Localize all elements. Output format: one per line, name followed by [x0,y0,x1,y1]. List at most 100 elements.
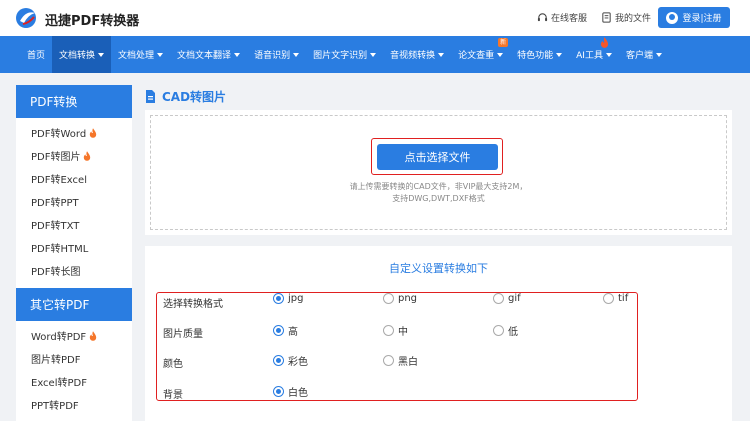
customer-service-link[interactable]: 在线客服 [537,11,587,24]
option-label: 颜色 [163,359,183,370]
upload-hint-line2: 支持DWG,DWT,DXF格式 [392,194,485,203]
radio-bg-white[interactable]: 白色 [273,384,308,399]
sidebar-item-image-to-pdf[interactable]: 图片转PDF [16,347,132,370]
radio-dot [273,325,284,336]
radio-label: jpg [288,293,304,304]
chevron-down-icon [497,52,504,57]
radio-dot [273,355,284,366]
sidebar-item-label: PDF转Word [31,129,87,140]
my-files-label: 我的文件 [615,14,652,24]
sidebar-item-pdf-to-image[interactable]: PDF转图片 [16,144,132,167]
radio-color[interactable]: 彩色 [273,353,308,368]
nav-home-label: 首页 [27,51,46,61]
logo-icon[interactable] [15,7,39,29]
radio-jpg[interactable]: jpg [273,293,303,304]
sidebar-item-pdf-to-ppt[interactable]: PDF转PPT [16,190,132,213]
customer-service-label: 在线客服 [551,14,588,24]
nav-ai-tools[interactable]: AI工具 [569,36,619,73]
radio-dot [603,293,614,304]
radio-png[interactable]: png [383,293,417,304]
chevron-down-icon [293,52,300,57]
sidebar-item-label: PDF转TXT [31,221,80,232]
brand-name[interactable]: 迅捷PDF转换器 [45,10,139,29]
nav-ocr[interactable]: 图片文字识别 [306,36,383,73]
document-icon [146,90,155,103]
page-title-text: CAD转图片 [162,90,227,104]
sidebar-item-label: PDF转HTML [31,244,89,255]
radio-label: tif [618,293,629,304]
select-file-button[interactable]: 点击选择文件 [377,144,498,170]
nav-doc-process-label: 文档处理 [118,51,155,61]
radio-label: 白色 [288,388,308,399]
main-nav: 首页 文档转换 文档处理 文档文本翻译 语音识别 图片文字识别 音视频转换 论文… [0,36,750,73]
nav-speech-label: 语音识别 [254,51,291,61]
chevron-down-icon [556,52,563,57]
radio-quality-medium[interactable]: 中 [383,323,408,338]
headset-icon [537,13,548,22]
sidebar-item-label: PPT转PDF [31,401,79,412]
radio-tif[interactable]: tif [603,293,628,304]
nav-plagiarism[interactable]: 论文查重新 [451,36,510,73]
nav-doc-convert[interactable]: 文档转换 [52,36,112,73]
radio-label: 黑白 [398,357,418,368]
nav-translate[interactable]: 文档文本翻译 [170,36,247,73]
sidebar-item-pdf-to-long-image[interactable]: PDF转长图 [16,259,132,282]
sidebar-item-label: PDF转PPT [31,198,79,209]
nav-ocr-label: 图片文字识别 [313,51,368,61]
radio-label: 中 [398,327,408,338]
login-register-button[interactable]: 登录|注册 [658,7,730,28]
file-icon [602,12,611,23]
radio-quality-high[interactable]: 高 [273,323,298,338]
nav-features-label: 特色功能 [517,51,554,61]
upload-hint-line1: 请上传需要转换的CAD文件，非VIP最大支持2M， [349,182,528,191]
radio-label: 高 [288,327,298,338]
nav-plagiarism-label: 论文查重 [458,51,495,61]
radio-gif[interactable]: gif [493,293,521,304]
sidebar-item-label: PDF转Excel [31,175,87,186]
nav-features[interactable]: 特色功能 [510,36,569,73]
option-row-color: 颜色 彩色 黑白 [145,352,732,370]
nav-av-convert-label: 音视频转换 [390,51,436,61]
new-badge: 新 [498,38,509,47]
radio-grayscale[interactable]: 黑白 [383,353,418,368]
sidebar-group-pdf-convert: PDF转换 [16,85,132,118]
sidebar-item-pdf-to-word[interactable]: PDF转Word [16,121,132,144]
sidebar-item-pdf-to-html[interactable]: PDF转HTML [16,236,132,259]
sidebar-item-label: PDF转长图 [31,267,81,278]
radio-dot [273,293,284,304]
nav-ai-tools-label: AI工具 [576,51,603,61]
page-title: CAD转图片 [145,88,226,105]
sidebar-item-ppt-to-pdf[interactable]: PPT转PDF [16,393,132,416]
option-label: 图片质量 [163,329,203,340]
nav-av-convert[interactable]: 音视频转换 [383,36,451,73]
sidebar: PDF转换 PDF转Word PDF转图片 PDF转Excel PDF转PPT … [16,85,132,421]
fire-icon [84,150,91,161]
nav-client-label: 客户端 [625,51,653,61]
radio-label: 彩色 [288,357,308,368]
nav-doc-process[interactable]: 文档处理 [111,36,170,73]
nav-speech[interactable]: 语音识别 [247,36,306,73]
my-files-link[interactable]: 我的文件 [601,11,651,24]
radio-dot [383,355,394,366]
top-header: 迅捷PDF转换器 在线客服 我的文件 登录|注册 [0,0,750,36]
radio-dot [383,293,394,304]
nav-client[interactable]: 客户端 [619,36,669,73]
upload-area[interactable]: 点击选择文件 请上传需要转换的CAD文件，非VIP最大支持2M， 支持DWG,D… [145,110,732,235]
radio-dot [273,386,284,397]
radio-label: 低 [508,327,518,338]
radio-quality-low[interactable]: 低 [493,323,518,338]
nav-home[interactable]: 首页 [20,36,52,73]
user-icon [666,11,679,24]
nav-doc-convert-label: 文档转换 [59,51,96,61]
sidebar-item-pdf-to-excel[interactable]: PDF转Excel [16,167,132,190]
sidebar-item-label: PDF转图片 [31,152,81,163]
sidebar-item-label: Word转PDF [31,332,87,343]
option-row-quality: 图片质量 高 中 低 [145,322,732,340]
option-row-format: 选择转换格式 jpg png gif tif [145,292,732,310]
sidebar-item-pdf-to-txt[interactable]: PDF转TXT [16,213,132,236]
chevron-down-icon [234,52,241,57]
login-register-label: 登录|注册 [682,14,722,24]
settings-panel: 自定义设置转换如下 选择转换格式 jpg png gif tif 图片质量 高 … [145,246,732,421]
sidebar-item-excel-to-pdf[interactable]: Excel转PDF [16,370,132,393]
sidebar-item-word-to-pdf[interactable]: Word转PDF [16,324,132,347]
